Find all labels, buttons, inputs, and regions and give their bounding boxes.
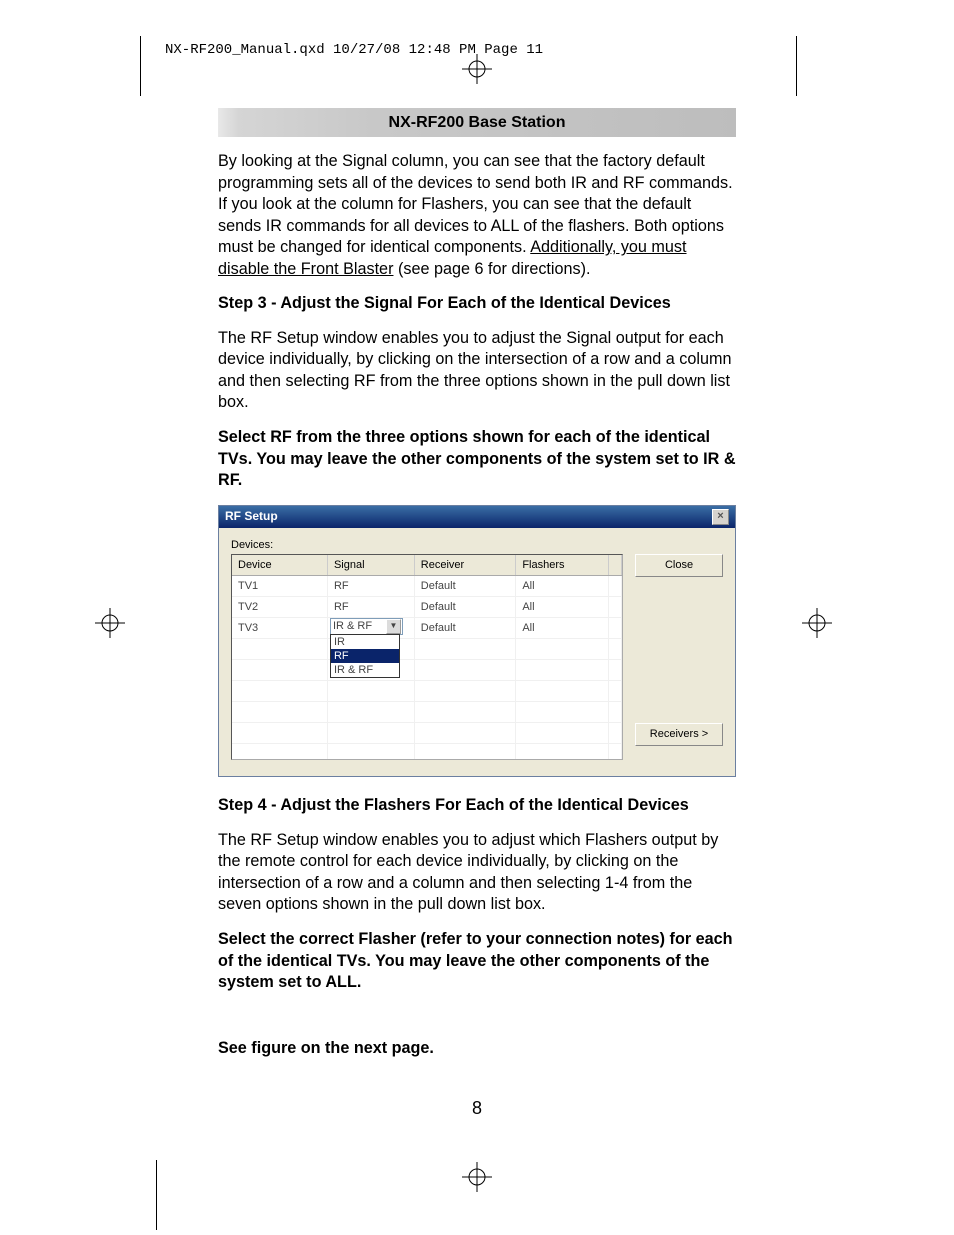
table-row[interactable]: TV1 RF Default All bbox=[232, 576, 622, 597]
cell-receiver[interactable]: Default bbox=[414, 576, 516, 597]
cell-flashers[interactable]: All bbox=[516, 597, 609, 618]
registration-mark-icon bbox=[802, 608, 832, 638]
crop-mark bbox=[140, 36, 141, 96]
col-device[interactable]: Device bbox=[232, 555, 327, 576]
intro-text-b: (see page 6 for directions). bbox=[393, 260, 590, 278]
step4-instruction: Select the correct Flasher (refer to you… bbox=[218, 929, 736, 994]
receivers-button[interactable]: Receivers > bbox=[635, 723, 723, 746]
devices-label: Devices: bbox=[231, 538, 723, 553]
cell-receiver[interactable]: Default bbox=[414, 597, 516, 618]
cell-device: TV2 bbox=[232, 597, 327, 618]
cell-signal[interactable]: RF bbox=[327, 597, 414, 618]
registration-mark-icon bbox=[462, 54, 492, 84]
table-row[interactable]: TV3 IR & RF ▼ IR RF bbox=[232, 618, 622, 639]
signal-dropdown[interactable]: IR & RF ▼ bbox=[330, 618, 403, 635]
col-receiver[interactable]: Receiver bbox=[414, 555, 516, 576]
see-figure-note: See figure on the next page. bbox=[218, 1038, 736, 1060]
rf-setup-window: RF Setup × Devices: Device Signal Receiv… bbox=[218, 505, 736, 778]
dropdown-option-selected[interactable]: RF bbox=[331, 649, 399, 663]
crop-mark bbox=[796, 36, 797, 96]
dropdown-option[interactable]: IR bbox=[331, 635, 399, 649]
cell-receiver[interactable]: Default bbox=[414, 618, 516, 639]
devices-table: Device Signal Receiver Flashers TV1 RF bbox=[231, 554, 623, 760]
registration-mark-icon bbox=[462, 1162, 492, 1192]
cell-flashers[interactable]: All bbox=[516, 576, 609, 597]
cell-flashers[interactable]: All bbox=[516, 618, 609, 639]
cell-device: TV1 bbox=[232, 576, 327, 597]
page-title-bar: NX-RF200 Base Station bbox=[218, 108, 736, 137]
step4-heading: Step 4 - Adjust the Flashers For Each of… bbox=[218, 795, 736, 817]
close-icon[interactable]: × bbox=[712, 509, 729, 525]
close-button[interactable]: Close bbox=[635, 554, 723, 577]
col-flashers[interactable]: Flashers bbox=[516, 555, 609, 576]
cell-signal-dropdown[interactable]: IR & RF ▼ IR RF IR & RF bbox=[327, 618, 414, 639]
step3-instruction: Select RF from the three options shown f… bbox=[218, 427, 736, 492]
window-title: RF Setup bbox=[225, 509, 278, 525]
chevron-down-icon[interactable]: ▼ bbox=[386, 619, 401, 634]
col-signal[interactable]: Signal bbox=[327, 555, 414, 576]
registration-mark-icon bbox=[95, 608, 125, 638]
dropdown-list: IR RF IR & RF bbox=[330, 634, 400, 678]
page-number: 8 bbox=[0, 1098, 954, 1119]
step3-paragraph: The RF Setup window enables you to adjus… bbox=[218, 328, 736, 414]
window-titlebar: RF Setup × bbox=[219, 506, 735, 528]
cell-signal[interactable]: RF bbox=[327, 576, 414, 597]
table-header-row: Device Signal Receiver Flashers bbox=[232, 555, 622, 576]
dropdown-value: IR & RF bbox=[333, 619, 372, 634]
dropdown-option[interactable]: IR & RF bbox=[331, 663, 399, 677]
step3-heading: Step 3 - Adjust the Signal For Each of t… bbox=[218, 293, 736, 315]
intro-paragraph: By looking at the Signal column, you can… bbox=[218, 151, 736, 280]
table-row[interactable]: TV2 RF Default All bbox=[232, 597, 622, 618]
step4-paragraph: The RF Setup window enables you to adjus… bbox=[218, 830, 736, 916]
col-spacer bbox=[609, 555, 622, 576]
crop-mark bbox=[156, 1160, 157, 1230]
cell-device: TV3 bbox=[232, 618, 327, 639]
